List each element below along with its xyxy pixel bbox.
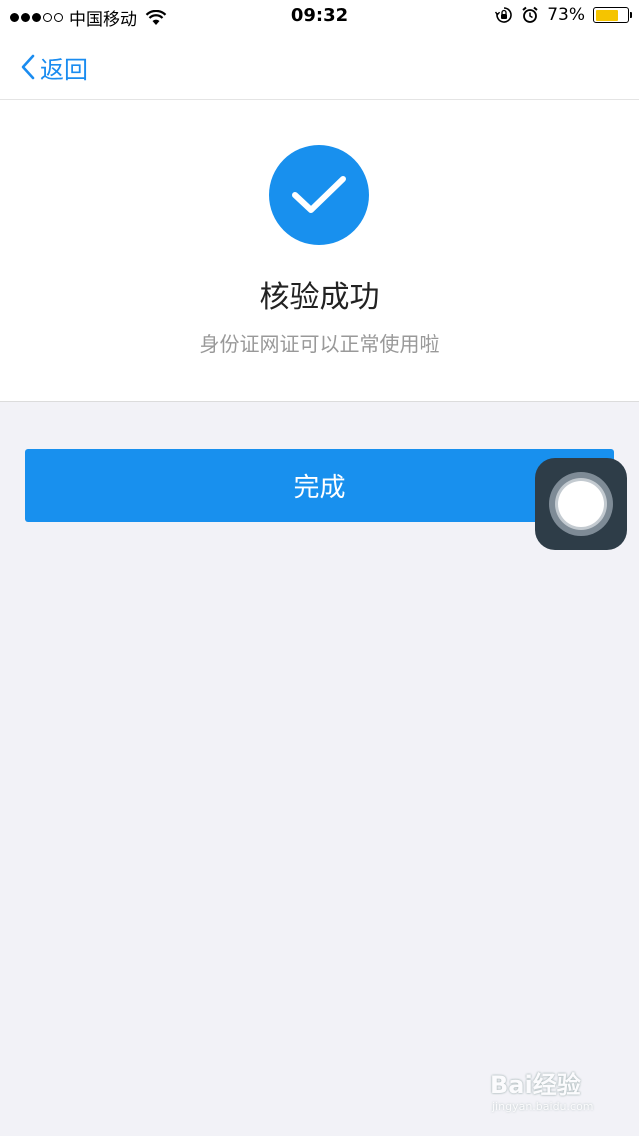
rotation-lock-icon <box>495 7 513 23</box>
verification-result-panel: 核验成功 身份证网证可以正常使用啦 <box>0 100 639 402</box>
assistive-touch-icon[interactable] <box>535 458 627 550</box>
chevron-left-icon <box>21 54 35 80</box>
watermark-url: jingyan.baidu.com <box>492 1100 594 1113</box>
nav-bar: 返回 <box>0 34 639 100</box>
status-bar: 中国移动 09:32 73% <box>0 0 639 34</box>
assistive-touch-core <box>558 481 604 527</box>
alarm-clock-icon <box>522 6 538 23</box>
battery-icon <box>593 7 632 23</box>
assistive-touch-ring <box>549 472 613 536</box>
done-button[interactable]: 完成 <box>25 449 614 522</box>
back-label: 返回 <box>40 55 88 84</box>
battery-percent: 73% <box>547 5 585 25</box>
baidu-jingyan-watermark: Bai经验 jingyan.baidu.com <box>490 1065 630 1125</box>
check-circle-icon <box>269 145 369 245</box>
battery-level-fill <box>595 9 619 21</box>
status-right: 73% <box>495 5 632 25</box>
checkmark-glyph <box>292 176 346 213</box>
watermark-brand: Bai经验 <box>490 1071 581 1099</box>
result-title: 核验成功 <box>259 280 380 315</box>
back-button[interactable]: 返回 <box>20 49 88 85</box>
result-subtitle: 身份证网证可以正常使用啦 <box>199 332 440 356</box>
